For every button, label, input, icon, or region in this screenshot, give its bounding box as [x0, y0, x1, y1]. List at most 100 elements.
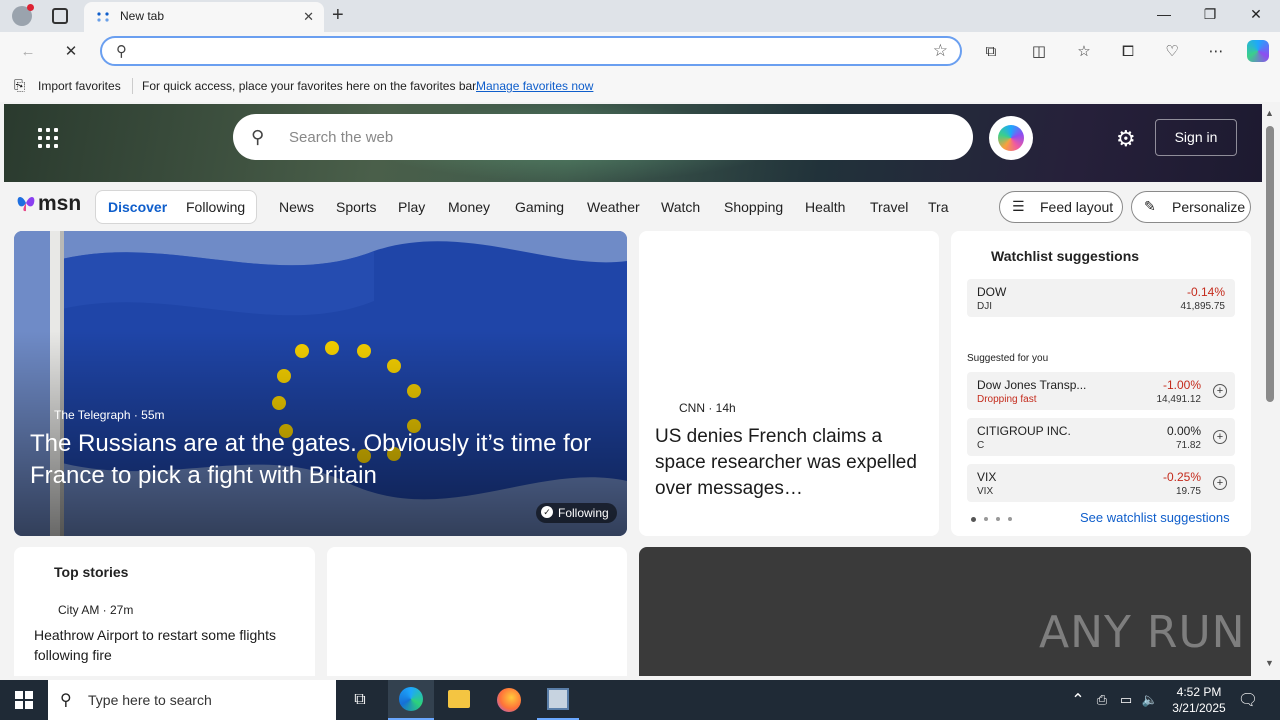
- app-launcher-icon[interactable]: [38, 128, 58, 148]
- stock-price: 71.82: [1175, 440, 1201, 451]
- scrollbar-thumb[interactable]: [1266, 126, 1274, 402]
- nav-health[interactable]: Health: [805, 199, 845, 215]
- add-to-watchlist-icon[interactable]: +: [1213, 384, 1227, 398]
- nav-money[interactable]: Money: [448, 199, 490, 215]
- app-installer-icon[interactable]: [537, 680, 579, 720]
- video-card[interactable]: ANY RUN: [639, 547, 1251, 676]
- feed-layout-button[interactable]: ☰ Feed layout: [999, 191, 1123, 223]
- add-to-watchlist-icon[interactable]: +: [1213, 430, 1227, 444]
- gear-icon[interactable]: ⚙: [1116, 126, 1136, 152]
- story-source: CNN · 14h: [679, 401, 736, 415]
- stock-name: CITIGROUP INC.: [977, 424, 1071, 438]
- windows-start-icon[interactable]: [15, 691, 33, 709]
- web-search-box[interactable]: ⚲ Search the web: [233, 114, 973, 160]
- import-favorites-button[interactable]: Import favorites: [38, 79, 121, 93]
- stock-name: VIX: [977, 470, 997, 484]
- check-icon: ✓: [541, 506, 553, 518]
- more-menu-icon[interactable]: ⋯: [1206, 41, 1226, 61]
- extensions-icon[interactable]: ⧉: [981, 41, 1001, 61]
- browser-toolbar: ← ✕ ⚲ ☆ ⧉ ◫ ☆ ⧠ ♡ ⋯: [0, 32, 1280, 70]
- top-stories-card: Top stories City AM · 27m Heathrow Airpo…: [14, 547, 315, 676]
- stock-change: -0.25%: [1162, 470, 1201, 484]
- hero-story-card[interactable]: The Telegraph · 55m The Russians are at …: [14, 231, 627, 536]
- back-icon[interactable]: ←: [18, 41, 38, 61]
- clock-time: 4:52 PM: [1176, 685, 1222, 699]
- cnn-story-card[interactable]: CNN · 14h US denies French claims a spac…: [639, 231, 939, 536]
- scroll-down-icon[interactable]: ▼: [1265, 658, 1274, 668]
- chevron-up-icon[interactable]: ⌃: [1066, 688, 1090, 712]
- stock-ticker: DJI: [977, 301, 992, 312]
- manage-favorites-link[interactable]: Manage favorites now: [476, 79, 593, 93]
- split-screen-icon[interactable]: ◫: [1029, 41, 1049, 61]
- nav-traffic-truncated[interactable]: Tra: [928, 199, 950, 215]
- taskbar-search-placeholder: Type here to search: [88, 692, 212, 708]
- divider: [132, 78, 133, 94]
- profile-icon[interactable]: [12, 4, 34, 26]
- msn-logo[interactable]: msn: [16, 192, 81, 216]
- copilot-icon: [998, 125, 1024, 151]
- watchlist-row[interactable]: DOW DJI -0.14% 41,895.75: [967, 279, 1235, 317]
- suggested-label: Suggested for you: [967, 353, 1049, 364]
- network-icon[interactable]: ▭: [1114, 688, 1138, 712]
- personalize-button[interactable]: ✎ Personalize: [1131, 191, 1251, 223]
- nav-shopping[interactable]: Shopping: [724, 199, 783, 215]
- file-explorer-icon[interactable]: [448, 690, 470, 708]
- firefox-icon[interactable]: [497, 688, 521, 712]
- favorites-icon[interactable]: ☆: [1074, 41, 1094, 61]
- sign-in-button[interactable]: Sign in: [1155, 119, 1237, 156]
- nav-gaming[interactable]: Gaming: [515, 199, 564, 215]
- scroll-up-icon[interactable]: ▲: [1265, 108, 1274, 118]
- nav-sports[interactable]: Sports: [336, 199, 376, 215]
- add-to-watchlist-icon[interactable]: +: [1213, 476, 1227, 490]
- notifications-icon[interactable]: 🗨: [1236, 688, 1260, 712]
- edge-taskbar-icon[interactable]: [388, 680, 434, 720]
- top-story-headline[interactable]: Heathrow Airport to restart some flights…: [34, 625, 299, 665]
- page-scrollbar[interactable]: ▲ ▼: [1262, 104, 1280, 676]
- close-tab-icon[interactable]: ✕: [303, 9, 314, 25]
- following-badge[interactable]: ✓ Following: [536, 503, 617, 523]
- web-search-placeholder: Search the web: [289, 129, 394, 146]
- msn-logo-text: msn: [38, 192, 82, 215]
- see-watchlist-link[interactable]: See watchlist suggestions: [1080, 510, 1230, 525]
- hero-headline[interactable]: The Russians are at the gates. Obviously…: [30, 428, 620, 492]
- tab-new-tab[interactable]: New tab ✕: [84, 2, 324, 32]
- stop-loading-icon[interactable]: ✕: [61, 41, 81, 61]
- collections-icon[interactable]: ⧠: [1118, 41, 1138, 61]
- performance-icon[interactable]: ♡: [1162, 41, 1182, 61]
- watchlist-row[interactable]: CITIGROUP INC. C 0.00% 71.82 +: [967, 418, 1235, 456]
- minimize-icon[interactable]: —: [1154, 6, 1174, 22]
- favorites-bar: ⎘ Import favorites For quick access, pla…: [0, 70, 1280, 102]
- stock-name: DOW: [977, 285, 1007, 299]
- tab-actions-icon[interactable]: [52, 8, 68, 24]
- volume-icon[interactable]: 🔈: [1138, 688, 1162, 712]
- close-window-icon[interactable]: ✕: [1246, 6, 1266, 23]
- new-tab-icon[interactable]: +: [332, 4, 344, 27]
- cnn-headline[interactable]: US denies French claims a space research…: [655, 424, 925, 502]
- following-badge-label: Following: [558, 506, 609, 520]
- tab-following[interactable]: Following: [186, 199, 245, 215]
- nav-weather[interactable]: Weather: [587, 199, 640, 215]
- task-view-icon[interactable]: ⧉: [348, 688, 372, 712]
- copilot-sidebar-icon[interactable]: [1247, 40, 1269, 62]
- system-clock[interactable]: 4:52 PM 3/21/2025: [1160, 684, 1238, 716]
- nav-travel[interactable]: Travel: [870, 199, 908, 215]
- address-bar[interactable]: ⚲ ☆: [100, 36, 962, 66]
- loading-card: [327, 547, 627, 676]
- copilot-button[interactable]: [989, 116, 1033, 160]
- search-icon: ⚲: [60, 692, 72, 709]
- windows-taskbar: ⚲ Type here to search ⧉ ⌃ ⎙ ▭ 🔈 4:52 PM …: [0, 680, 1280, 720]
- nav-watch[interactable]: Watch: [661, 199, 700, 215]
- stock-price: 14,491.12: [1156, 394, 1202, 405]
- usb-icon[interactable]: ⎙: [1090, 688, 1114, 712]
- nav-play[interactable]: Play: [398, 199, 425, 215]
- carousel-dots[interactable]: [971, 517, 1012, 522]
- tab-discover[interactable]: Discover: [108, 199, 167, 215]
- nav-news[interactable]: News: [279, 199, 314, 215]
- taskbar-search-box[interactable]: ⚲ Type here to search: [48, 680, 336, 720]
- watchlist-row[interactable]: VIX VIX -0.25% 19.75 +: [967, 464, 1235, 502]
- stock-ticker: C: [977, 440, 985, 451]
- favorite-star-icon[interactable]: ☆: [933, 41, 948, 61]
- stock-name: Dow Jones Transp...: [977, 378, 1087, 392]
- restore-icon[interactable]: ❐: [1200, 6, 1220, 23]
- watchlist-row[interactable]: Dow Jones Transp... Dropping fast -1.00%…: [967, 372, 1235, 410]
